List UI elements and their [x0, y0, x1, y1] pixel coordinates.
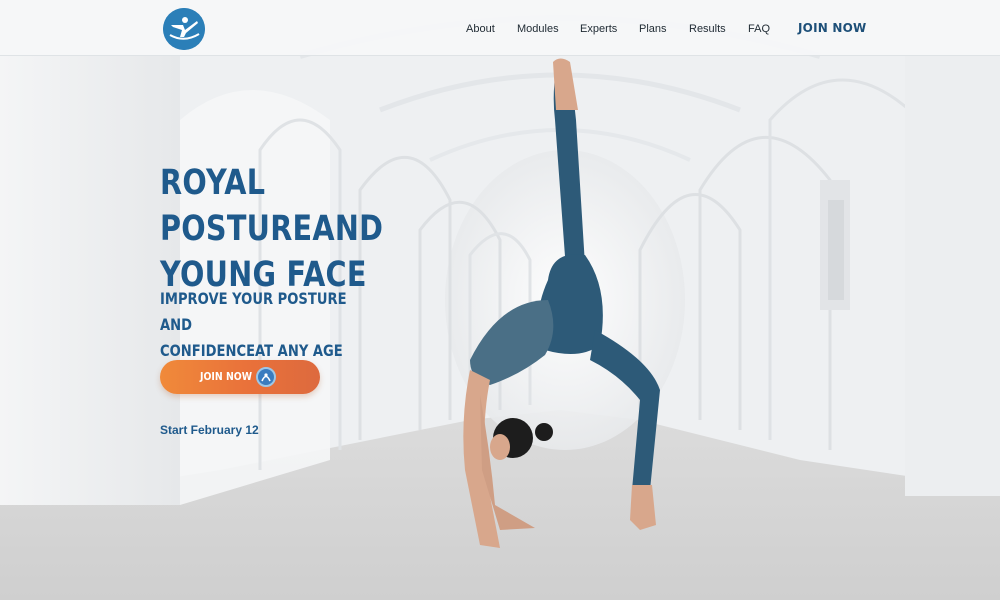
gymnast-logo-icon[interactable]: [163, 8, 205, 50]
logo-graphic: [163, 8, 205, 50]
nav-item-experts[interactable]: Experts: [580, 23, 617, 35]
brand-badge-icon: [256, 367, 276, 387]
nav-item-about[interactable]: About: [466, 23, 495, 35]
nav-item-results[interactable]: Results: [689, 23, 726, 35]
start-date: Start February 12: [160, 423, 259, 437]
subheadline-line-2: CONFIDENCEAT ANY AGE: [160, 341, 343, 360]
nav-item-modules[interactable]: Modules: [517, 23, 559, 35]
subheadline-line-1: IMPROVE YOUR POSTURE AND: [160, 289, 347, 334]
join-now-button[interactable]: JOIN NOW: [160, 360, 320, 394]
headline-line-1: ROYAL POSTUREAND: [160, 163, 384, 249]
hero-background: [0, 0, 1000, 600]
badge-graphic: [261, 373, 271, 382]
hero-photo: [0, 0, 1000, 600]
nav-item-faq[interactable]: FAQ: [748, 23, 770, 35]
hero-subheadline: IMPROVE YOUR POSTURE AND CONFIDENCEAT AN…: [160, 286, 381, 364]
nav-item-plans[interactable]: Plans: [639, 23, 667, 35]
join-now-button-label: JOIN NOW: [200, 370, 253, 383]
hero-headline: ROYAL POSTUREAND YOUNG FACE: [160, 160, 439, 298]
site-header: About Modules Experts Plans Results FAQ …: [0, 0, 1000, 56]
nav-join-now-link[interactable]: JOIN NOW: [798, 21, 866, 35]
